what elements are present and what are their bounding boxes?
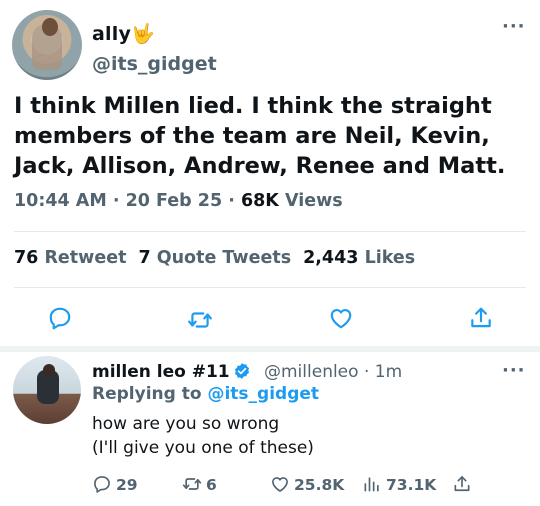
view-count: 73.1K (386, 476, 437, 494)
reply-author-name[interactable]: millen leo #11 (92, 362, 251, 382)
views-label: Views (278, 191, 343, 211)
retweet-icon[interactable] (187, 307, 213, 333)
like-count: 25.8K (294, 476, 345, 494)
replying-to: Replying to @its_gidget (92, 384, 319, 404)
verified-badge-icon (233, 362, 251, 380)
reply-count: 29 (116, 476, 138, 494)
share-icon[interactable] (468, 305, 494, 331)
reply-retweet-button[interactable]: 6 (182, 474, 217, 496)
replying-prefix: Replying to (92, 384, 208, 404)
views-icon (364, 477, 379, 492)
author-avatar[interactable] (12, 10, 82, 80)
retweets-label[interactable]: Retweet (44, 248, 126, 268)
reply-handle-time[interactable]: @millenleo · 1m (264, 362, 402, 382)
likes-label[interactable]: Likes (365, 248, 416, 268)
tweet-meta: 10:44 AM · 20 Feb 25 · 68K Views (14, 191, 343, 211)
retweet-icon (182, 478, 202, 490)
quote-label[interactable]: Quote Tweets (157, 248, 291, 268)
reply-text: how are you so wrong (I'll give you one … (92, 412, 314, 460)
like-icon[interactable] (328, 305, 354, 331)
replying-mention-link[interactable]: @its_gidget (207, 384, 319, 404)
author-handle[interactable]: @its_gidget (92, 53, 217, 75)
retweets-count[interactable]: 76 (14, 248, 38, 268)
divider (14, 287, 526, 288)
more-options-icon[interactable]: ··· (502, 16, 526, 37)
reply-display-name[interactable]: millen leo #11 (92, 362, 230, 382)
more-options-icon[interactable]: ··· (502, 360, 526, 381)
reply-icon[interactable] (47, 305, 73, 331)
reply-views-button[interactable]: 73.1K (362, 474, 436, 496)
section-separator (0, 346, 540, 352)
tweet-text-line: Jack, Allison, Andrew, Renee and Matt. (14, 153, 506, 179)
retweet-count: 6 (206, 476, 217, 494)
reply-share-button[interactable] (452, 474, 476, 496)
views-count: 68K (240, 191, 279, 211)
like-icon (272, 477, 288, 492)
reply-reply-button[interactable]: 29 (92, 474, 138, 496)
reply-author-avatar[interactable] (13, 356, 81, 424)
reply-text-line: (I'll give you one of these) (92, 438, 314, 458)
share-icon (454, 476, 470, 492)
tweet-text-line: I think Millen lied. I think the straigh… (14, 93, 492, 119)
reply-icon (94, 476, 110, 493)
tweet-text: I think Millen lied. I think the straigh… (14, 91, 526, 181)
avatar-head (43, 364, 55, 376)
tweet-text-line: members of the team are Neil, Kevin, (14, 123, 490, 149)
quote-count[interactable]: 7 (138, 248, 150, 268)
reply-like-button[interactable]: 25.8K (270, 474, 344, 496)
engagement-stats: 76 Retweet 7 Quote Tweets 2,443 Likes (14, 248, 415, 268)
likes-count[interactable]: 2,443 (303, 248, 358, 268)
divider (14, 231, 526, 232)
author-display-name[interactable]: ally🤟 (92, 22, 155, 45)
avatar-head (42, 18, 58, 36)
tweet-timestamp[interactable]: 10:44 AM · 20 Feb 25 · (14, 191, 241, 211)
reply-text-line: how are you so wrong (92, 414, 280, 434)
